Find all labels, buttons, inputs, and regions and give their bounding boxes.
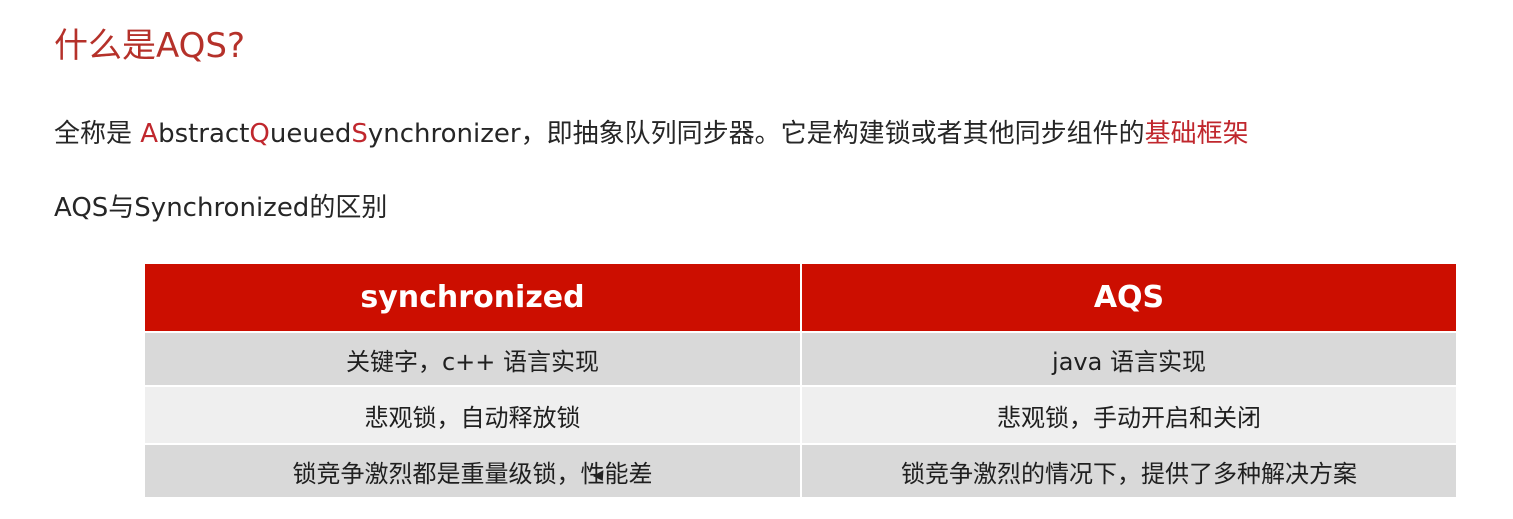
table-cell: java 语言实现 [800,331,1456,385]
intro-letter-q: Q [249,119,270,149]
table-cell: 关键字，c++ 语言实现 [145,331,800,385]
intro-highlight: 基础框架 [1144,119,1249,149]
intro-letter-s: S [351,119,368,149]
table-cell: 锁竞争激烈的情况下，提供了多种解决方案 [800,443,1456,497]
intro-word-queued: ueued [269,119,352,149]
intro-middle: ，即抽象队列同步器。它是构建锁或者其他同步组件的 [520,119,1145,149]
page-title: 什么是AQS? [54,26,246,66]
intro-letter-a: A [140,119,159,149]
header-synchronized: synchronized [145,264,800,331]
header-aqs: AQS [800,264,1456,331]
section-subtitle: AQS与Synchronized的区别 [54,193,388,223]
intro-word-abstract: bstract [158,119,250,149]
table-cell: 锁竞争激烈都是重量级锁，性能差 [145,443,800,497]
table-row: 关键字，c++ 语言实现 java 语言实现 [145,331,1456,385]
table-row: 锁竞争激烈都是重量级锁，性能差 锁竞争激烈的情况下，提供了多种解决方案 [145,443,1456,497]
comparison-table: synchronized AQS 关键字，c++ 语言实现 java 语言实现 … [145,264,1456,497]
table-header-row: synchronized AQS [145,264,1456,331]
intro-prefix: 全称是 [54,119,141,149]
intro-paragraph: 全称是 AbstractQueuedSynchronizer，即抽象队列同步器。… [54,112,1249,156]
table-cell: 悲观锁，自动释放锁 [145,385,800,443]
table-row: 悲观锁，自动释放锁 悲观锁，手动开启和关闭 [145,385,1456,443]
table-cell: 悲观锁，手动开启和关闭 [800,385,1456,443]
intro-word-synchronizer: ynchronizer [367,119,521,149]
